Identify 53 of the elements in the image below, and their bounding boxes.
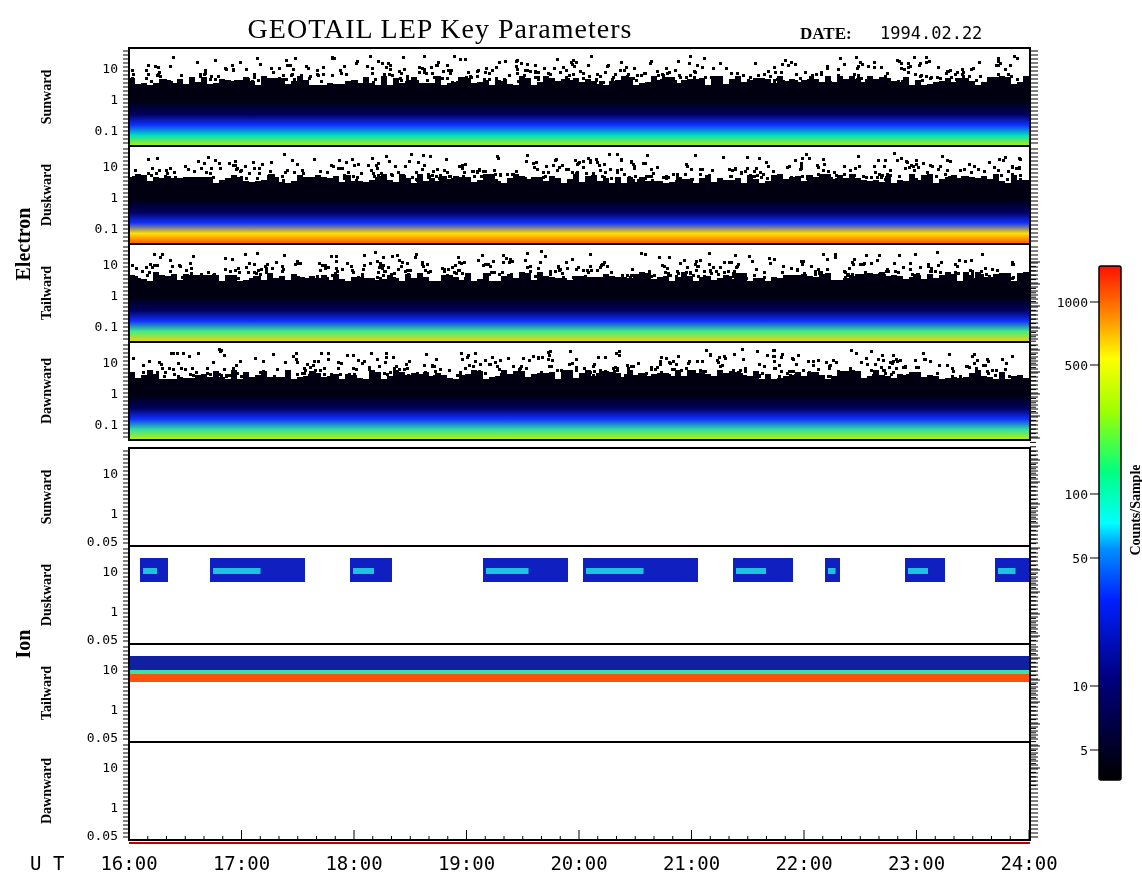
colorbar-tick-label: 1000	[1056, 295, 1088, 310]
group-label: Electron	[12, 207, 34, 281]
y-tick-label: 0.05	[86, 632, 118, 647]
x-axis-label: U T	[30, 852, 65, 874]
group-label: Ion	[12, 629, 34, 659]
y-tick-label: 1	[110, 386, 118, 401]
y-tick-label: 1	[110, 800, 118, 815]
y-tick-label: 1	[110, 92, 118, 107]
x-tick-label: 20:00	[550, 852, 608, 874]
y-tick-label: 0.1	[94, 319, 118, 334]
plot-title: GEOTAIL LEP Key Parameters	[247, 13, 633, 44]
x-tick-label: 22:00	[775, 852, 833, 874]
x-tick-label: 16:00	[100, 852, 158, 874]
colorbar-tick-label: 5	[1080, 743, 1088, 758]
y-tick-label: 10	[102, 159, 118, 174]
panel-label: Duskward	[39, 563, 54, 627]
date-label: DATE:	[800, 24, 852, 43]
y-tick-label: 1	[110, 702, 118, 717]
y-tick-label: 0.05	[86, 534, 118, 549]
panel-label: Tailward	[39, 266, 54, 320]
y-tick-label: 10	[102, 61, 118, 76]
x-tick-label: 21:00	[662, 852, 721, 874]
colorbar-tick-label: 500	[1064, 358, 1088, 373]
panel-label: Sunward	[39, 69, 54, 125]
x-tick-label: 23:00	[887, 852, 946, 874]
y-tick-label: 1	[110, 190, 118, 205]
y-tick-label: 0.1	[94, 417, 118, 432]
y-tick-label: 10	[102, 662, 118, 677]
colorbar-tick-label: 50	[1072, 551, 1088, 566]
y-tick-label: 10	[102, 564, 118, 579]
y-tick-label: 0.1	[94, 123, 118, 138]
panel-label: Dawnward	[39, 357, 54, 425]
panel-label: Sunward	[39, 469, 54, 525]
y-tick-label: 0.1	[94, 221, 118, 236]
y-tick-label: 10	[102, 760, 118, 775]
x-tick-label: 19:00	[437, 852, 496, 874]
y-tick-label: 10	[102, 355, 118, 370]
y-tick-label: 10	[102, 466, 118, 481]
panel-label: Tailward	[39, 666, 54, 720]
panel-label: Duskward	[39, 163, 54, 227]
y-tick-label: 10	[102, 257, 118, 272]
y-tick-label: 1	[110, 506, 118, 521]
y-tick-label: 1	[110, 288, 118, 303]
colorbar-tick-label: 10	[1072, 679, 1088, 694]
date-value: 1994.02.22	[880, 23, 983, 43]
panel-label: Dawnward	[39, 757, 54, 825]
x-tick-label: 17:00	[212, 852, 271, 874]
y-tick-label: 0.05	[86, 730, 118, 745]
x-tick-label: 18:00	[325, 852, 383, 874]
x-tick-label: 24:00	[1000, 852, 1058, 874]
y-tick-label: 0.05	[86, 828, 118, 843]
colorbar-tick-label: 100	[1064, 487, 1088, 502]
y-tick-label: 1	[110, 604, 118, 619]
